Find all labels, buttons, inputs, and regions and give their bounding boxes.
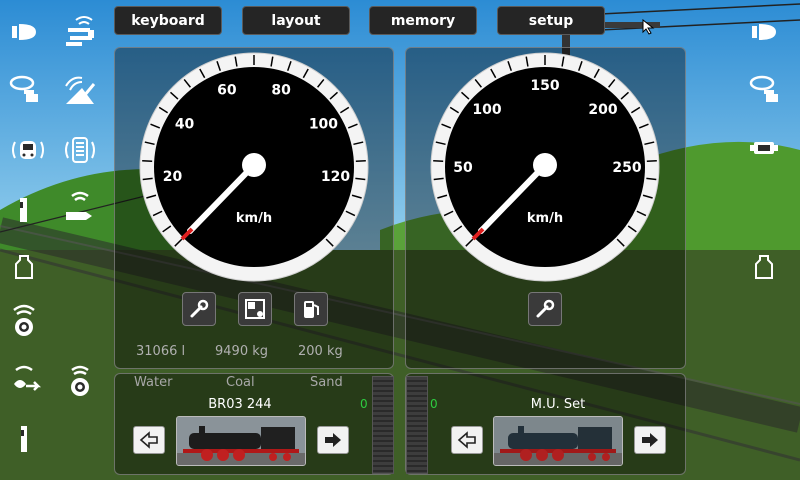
next-loco-button-2[interactable] xyxy=(634,426,666,454)
sound-icon[interactable] xyxy=(4,300,44,340)
fuel-button[interactable] xyxy=(294,292,328,326)
gauge-tick xyxy=(433,159,444,163)
fan-icon[interactable] xyxy=(4,360,44,400)
prev-loco-button-2[interactable] xyxy=(451,426,483,454)
sand-label: Sand xyxy=(310,375,343,390)
gauge-tick-label: 20 xyxy=(163,169,183,185)
hazard-icon[interactable] xyxy=(60,70,100,110)
coupling-icon[interactable] xyxy=(744,128,784,168)
water-value: 31066 l xyxy=(136,344,186,359)
wrench-button-2[interactable] xyxy=(528,292,562,326)
door-icon[interactable] xyxy=(4,418,44,458)
layout-button[interactable]: layout xyxy=(242,6,350,35)
gauge-settings-button[interactable] xyxy=(238,292,272,326)
gauge-tick xyxy=(355,159,366,163)
panel-icon xyxy=(245,299,265,319)
gauge-tick-label: 100 xyxy=(309,116,338,132)
whistle-icon[interactable] xyxy=(744,70,784,110)
driver-icon[interactable] xyxy=(60,360,100,400)
cab-sound-icon[interactable] xyxy=(8,130,48,170)
coal-label: Coal xyxy=(226,375,255,390)
wrench-icon xyxy=(536,299,555,318)
weight-icon[interactable] xyxy=(744,246,784,286)
gauge-tick-label: 80 xyxy=(271,83,291,99)
gauge-tick-label: 250 xyxy=(612,160,641,176)
gauge-tick xyxy=(646,159,657,163)
arrow-left-icon xyxy=(139,431,158,449)
loco-name-2: M.U. Set xyxy=(530,397,586,412)
arrow-right-icon xyxy=(642,433,658,447)
loco-image-2[interactable] xyxy=(493,416,623,466)
wrench-icon xyxy=(190,299,209,318)
speed-unit-1: km/h xyxy=(236,211,272,226)
gauge-tick-label: 40 xyxy=(175,116,195,132)
fuel-pump-icon xyxy=(304,301,319,318)
loco-name-1: BR03 244 xyxy=(208,397,272,412)
sand-value: 200 kg xyxy=(298,344,343,359)
memory-button[interactable]: memory xyxy=(369,6,477,35)
gauge-tick-label: 150 xyxy=(530,78,559,94)
gauge-tick-label: 200 xyxy=(588,102,617,118)
gauge-tick-label: 50 xyxy=(453,160,473,176)
arrow-left-icon xyxy=(457,431,476,449)
crane-icon[interactable] xyxy=(60,12,100,52)
gauge-tick xyxy=(142,159,153,163)
setup-button[interactable]: setup xyxy=(497,6,605,35)
speed-unit-2: km/h xyxy=(527,211,563,226)
coal-value: 9490 kg xyxy=(215,344,268,359)
level-meter-2 xyxy=(406,376,428,474)
arrow-right-icon xyxy=(325,433,341,447)
counter-1: 0 xyxy=(360,397,368,411)
speedometer-2: 50 100 150 200 250 km/h xyxy=(429,51,661,283)
steam-icon[interactable] xyxy=(60,188,100,228)
next-loco-button-1[interactable] xyxy=(317,426,349,454)
counter-2: 0 xyxy=(430,397,438,411)
gauge-tick-label: 60 xyxy=(217,83,237,99)
weight-icon[interactable] xyxy=(4,246,44,286)
water-label: Water xyxy=(134,375,173,390)
wrench-button[interactable] xyxy=(182,292,216,326)
prev-loco-button-1[interactable] xyxy=(133,426,165,454)
gauge-tick-label: 120 xyxy=(321,169,350,185)
radio-icon[interactable] xyxy=(60,130,100,170)
keyboard-button[interactable]: keyboard xyxy=(114,6,222,35)
level-meter-1 xyxy=(372,376,394,474)
loco-image-1[interactable] xyxy=(176,416,306,466)
gauge-tick-label: 100 xyxy=(472,102,501,118)
headlight-icon[interactable] xyxy=(744,12,784,52)
mouse-cursor-icon xyxy=(642,18,656,39)
headlight-icon[interactable] xyxy=(4,12,44,52)
coupler-icon[interactable] xyxy=(4,188,44,228)
speedometer-1: 20 40 60 80 100 120 km/h xyxy=(138,51,370,283)
whistle-icon[interactable] xyxy=(4,70,44,110)
